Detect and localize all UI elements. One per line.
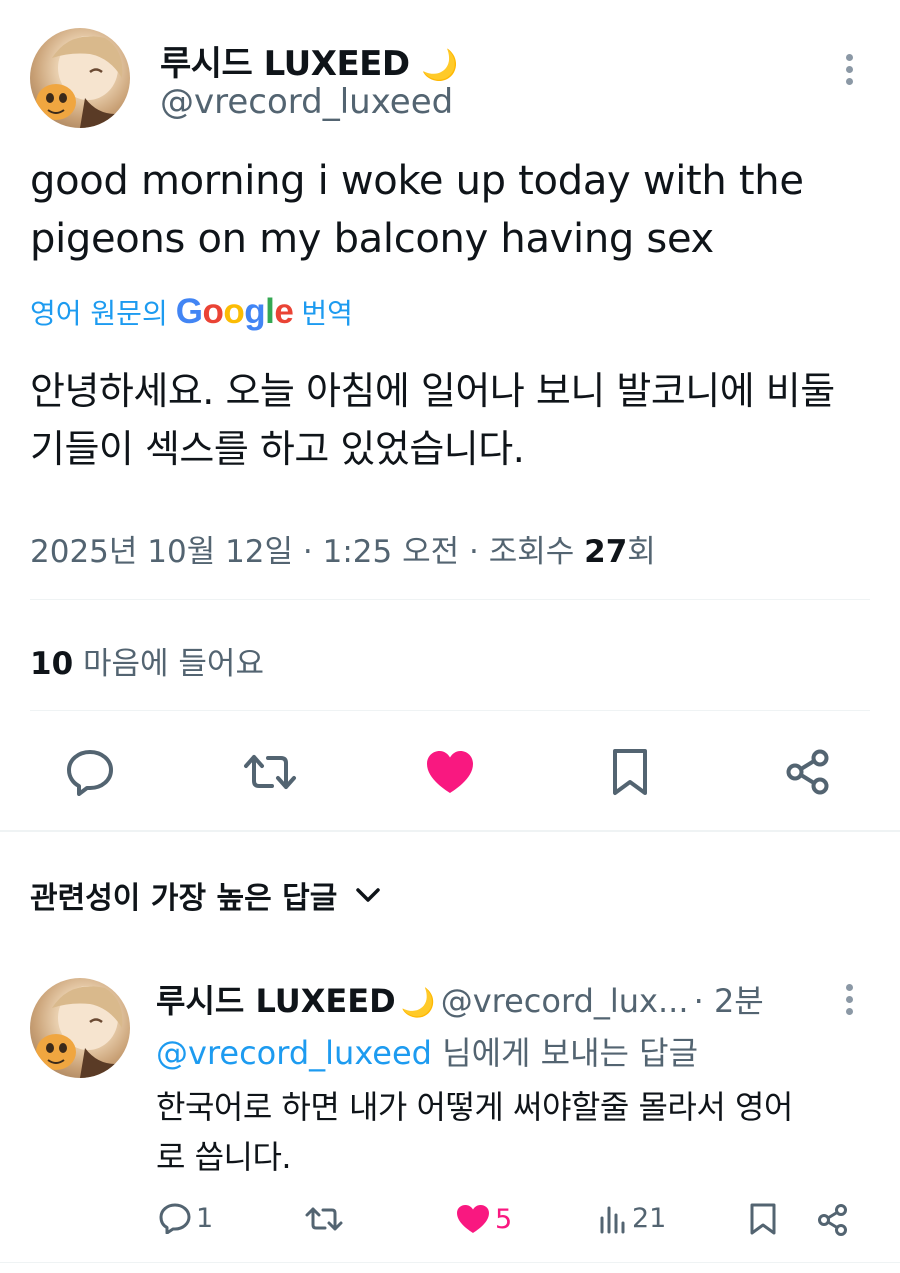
section-divider	[0, 830, 900, 832]
share-icon	[818, 1204, 847, 1236]
views-count: 27	[584, 534, 628, 570]
google-logo: Google	[175, 292, 294, 331]
likes-summary[interactable]: 10 마음에 들어요	[30, 638, 264, 683]
chevron-down-icon	[356, 888, 381, 902]
author-name[interactable]: 루시드 LUXEED 🌙	[160, 36, 458, 85]
reply-like-button[interactable]: 5	[455, 1203, 512, 1235]
reply-icon	[159, 1203, 191, 1234]
reply-bookmark-button[interactable]	[748, 1202, 778, 1236]
reply-more-options-icon[interactable]	[846, 984, 854, 1020]
reply-text: 한국어로 하면 내가 어떻게 써야할줄 몰라서 영어로 씁니다.	[156, 1088, 793, 1176]
reply-sort-label: 관련성이 가장 높은 답글	[30, 881, 338, 916]
views-label: 조회수	[488, 534, 575, 570]
retweet-icon	[244, 755, 296, 789]
reply-retweet-button[interactable]	[304, 1204, 348, 1234]
views-count: 21	[632, 1203, 667, 1234]
translate-suffix: 번역	[301, 297, 353, 330]
reply-share-button[interactable]	[816, 1203, 850, 1237]
more-options-icon[interactable]	[846, 54, 854, 90]
views-chart-icon	[600, 1206, 625, 1233]
share-icon	[786, 749, 829, 795]
bookmark-icon	[613, 749, 647, 795]
likes-count: 10	[30, 646, 74, 682]
heart-filled-icon	[457, 1205, 489, 1233]
translate-link[interactable]: 영어 원문의 Google 번역	[30, 292, 353, 332]
reply-to-line: @vrecord_luxeed 님에게 보내는 답글	[156, 1028, 698, 1074]
heart-filled-icon	[427, 751, 473, 793]
tweet-date[interactable]: 2025년 10월 12일	[30, 534, 293, 570]
retweet-icon	[305, 1207, 343, 1231]
author-name-text: 루시드 LUXEED	[160, 44, 410, 84]
divider	[30, 710, 870, 711]
translated-text: 안녕하세요. 오늘 아침에 일어나 보니 발코니에 비둘기들이 섹스를 하고 있…	[30, 369, 835, 471]
likes-label: 마음에 들어요	[83, 646, 264, 682]
reply-button[interactable]	[60, 744, 120, 800]
reply-author-name[interactable]: 루시드 LUXEED	[156, 982, 396, 1020]
reply-to-suffix: 님에게 보내는 답글	[442, 1034, 699, 1072]
reply-count: 1	[196, 1202, 214, 1234]
moon-emoji: 🌙	[400, 986, 436, 1019]
author-avatar[interactable]	[30, 28, 130, 128]
tweet-text: good morning i woke up today with the pi…	[30, 158, 804, 262]
tweet-time[interactable]: 1:25 오전	[323, 534, 460, 570]
reply-reply-button[interactable]: 1	[158, 1202, 213, 1234]
retweet-button[interactable]	[240, 744, 300, 800]
reply-author-avatar[interactable]	[30, 978, 130, 1078]
divider	[30, 599, 870, 600]
reply-header: 루시드 LUXEED 🌙 @vrecord_lux... · 2분	[156, 982, 764, 1020]
reply-to-mention[interactable]: @vrecord_luxeed	[156, 1034, 432, 1072]
divider	[0, 1262, 900, 1263]
author-handle[interactable]: @vrecord_luxeed	[160, 82, 453, 122]
reply-time[interactable]: 2분	[714, 982, 764, 1020]
reply-author-handle[interactable]: @vrecord_lux...	[441, 982, 689, 1020]
reply-sort-dropdown[interactable]: 관련성이 가장 높은 답글	[30, 873, 381, 917]
reply-views-button[interactable]: 21	[598, 1203, 666, 1234]
translate-prefix: 영어 원문의	[30, 297, 168, 330]
tweet-meta: 2025년 10월 12일 · 1:25 오전 · 조회수 27회	[30, 534, 656, 570]
views-suffix: 회	[627, 534, 656, 570]
like-count: 5	[495, 1203, 513, 1235]
bookmark-button[interactable]	[600, 744, 660, 800]
reply-icon	[67, 750, 113, 796]
moon-emoji: 🌙	[420, 48, 458, 83]
like-button[interactable]	[420, 744, 480, 800]
bookmark-icon	[750, 1203, 776, 1235]
share-button[interactable]	[778, 744, 838, 800]
